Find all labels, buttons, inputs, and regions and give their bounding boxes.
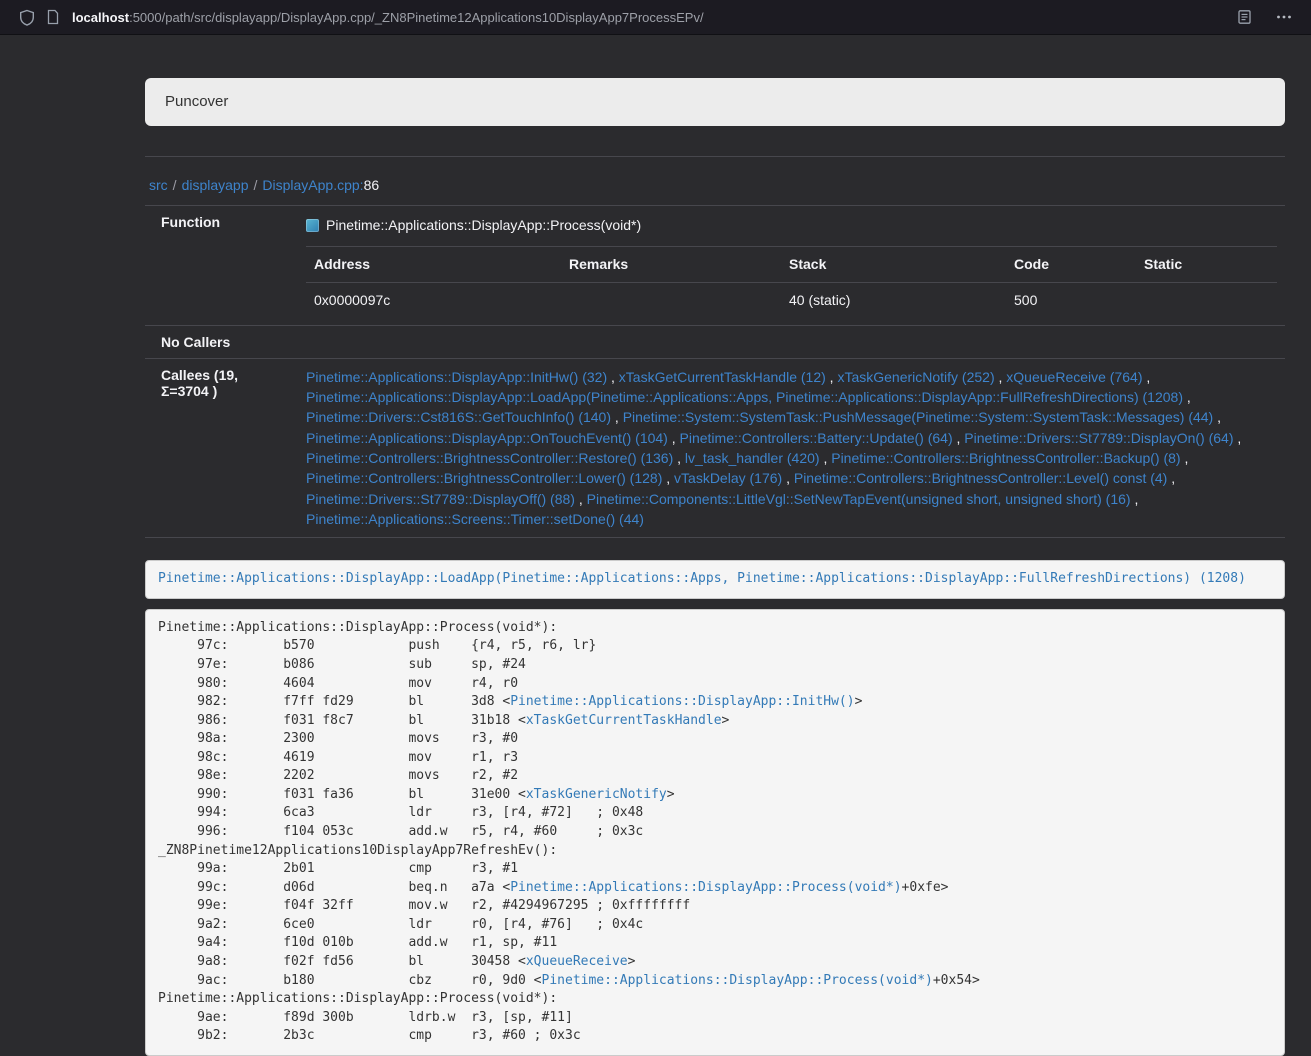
no-callers-row: No Callers bbox=[145, 325, 1285, 358]
code-symbol-link[interactable]: Pinetime::Applications::DisplayApp::Init… bbox=[510, 694, 854, 709]
code-symbol-link[interactable]: xTaskGenericNotify bbox=[526, 787, 667, 802]
code-size-value: 500 bbox=[1006, 282, 1136, 317]
app-title[interactable]: Puncover bbox=[165, 93, 228, 110]
column-address: Address bbox=[306, 247, 561, 282]
callees-label: Callees (19, Σ=3704 ) bbox=[145, 358, 290, 537]
callee-link[interactable]: xTaskGenericNotify (252) bbox=[837, 369, 994, 385]
details-value-row: 0x0000097c 40 (static) 500 bbox=[306, 282, 1277, 317]
callee-link[interactable]: Pinetime::Applications::DisplayApp::OnTo… bbox=[306, 430, 668, 446]
details-header-row: Address Remarks Stack Code Static bbox=[306, 247, 1277, 282]
callee-link[interactable]: Pinetime::Controllers::BrightnessControl… bbox=[831, 450, 1180, 466]
shield-icon bbox=[19, 9, 35, 26]
callee-link[interactable]: Pinetime::Drivers::St7789::DisplayOff() … bbox=[306, 491, 575, 507]
no-callers-cell bbox=[290, 325, 1285, 358]
breadcrumb-line-number: 86 bbox=[364, 177, 380, 193]
page-content: Puncover src/displayapp/DisplayApp.cpp:8… bbox=[0, 78, 1311, 1056]
callee-link[interactable]: vTaskDelay (176) bbox=[674, 470, 782, 486]
function-row-label: Function bbox=[145, 206, 290, 326]
function-details-table: Address Remarks Stack Code Static 0x0000… bbox=[306, 246, 1277, 317]
code-symbol-link[interactable]: xQueueReceive bbox=[526, 954, 628, 969]
breadcrumb-separator: / bbox=[173, 177, 177, 193]
column-code: Code bbox=[1006, 247, 1136, 282]
callee-link[interactable]: Pinetime::Drivers::St7789::DisplayOn() (… bbox=[964, 430, 1233, 446]
divider bbox=[145, 156, 1285, 157]
callee-link[interactable]: xTaskGetCurrentTaskHandle (12) bbox=[619, 369, 826, 385]
callee-link[interactable]: xQueueReceive (764) bbox=[1006, 369, 1142, 385]
function-symbol-line: Pinetime::Applications::DisplayApp::Proc… bbox=[306, 214, 1277, 240]
document-icon bbox=[46, 9, 60, 25]
callees-list: Pinetime::Applications::DisplayApp::Init… bbox=[290, 358, 1285, 537]
app-header-panel: Puncover bbox=[145, 78, 1285, 126]
callee-link[interactable]: Pinetime::Controllers::BrightnessControl… bbox=[306, 470, 662, 486]
url-host: localhost bbox=[72, 10, 129, 25]
no-callers-label: No Callers bbox=[145, 325, 290, 358]
function-row: Function Pinetime::Applications::Display… bbox=[145, 206, 1285, 326]
reader-mode-icon[interactable] bbox=[1231, 4, 1257, 30]
breadcrumb-src-link[interactable]: src bbox=[149, 177, 168, 193]
column-stack: Stack bbox=[781, 247, 1006, 282]
static-value bbox=[1136, 282, 1277, 317]
url-text[interactable]: localhost:5000/path/src/displayapp/Displ… bbox=[72, 10, 1221, 25]
function-type-icon bbox=[306, 219, 319, 232]
callee-link[interactable]: Pinetime::Controllers::BrightnessControl… bbox=[306, 450, 673, 466]
code-symbol-link[interactable]: xTaskGetCurrentTaskHandle bbox=[526, 713, 722, 728]
code-symbol-link[interactable]: Pinetime::Applications::DisplayApp::Proc… bbox=[542, 973, 933, 988]
breadcrumb: src/displayapp/DisplayApp.cpp:86 bbox=[149, 177, 1285, 193]
tracking-shield-icon[interactable] bbox=[14, 4, 40, 30]
callee-link[interactable]: Pinetime::Drivers::Cst816S::GetTouchInfo… bbox=[306, 409, 611, 425]
url-path: :5000/path/src/displayapp/DisplayApp.cpp… bbox=[129, 10, 704, 25]
disassembly-code: Pinetime::Applications::DisplayApp::Proc… bbox=[145, 609, 1285, 1056]
browser-address-bar: localhost:5000/path/src/displayapp/Displ… bbox=[0, 0, 1311, 35]
callee-link[interactable]: Pinetime::Controllers::Battery::Update()… bbox=[680, 430, 953, 446]
browser-toolbar-icons bbox=[1231, 4, 1297, 30]
function-name: Pinetime::Applications::DisplayApp::Proc… bbox=[326, 215, 641, 235]
stack-value: 40 (static) bbox=[781, 282, 1006, 317]
callee-link[interactable]: Pinetime::System::SystemTask::PushMessag… bbox=[623, 409, 1214, 425]
callee-link[interactable]: Pinetime::Components::LittleVgl::SetNewT… bbox=[587, 491, 1131, 507]
callee-link[interactable]: lv_task_handler (420) bbox=[685, 450, 820, 466]
highlighted-symbol-box: Pinetime::Applications::DisplayApp::Load… bbox=[145, 560, 1285, 599]
remarks-value bbox=[561, 282, 781, 317]
breadcrumb-separator: / bbox=[254, 177, 258, 193]
code-symbol-link[interactable]: Pinetime::Applications::DisplayApp::Proc… bbox=[510, 880, 901, 895]
breadcrumb-displayapp-link[interactable]: displayapp bbox=[182, 177, 249, 193]
column-remarks: Remarks bbox=[561, 247, 781, 282]
page-icon[interactable] bbox=[40, 4, 66, 30]
callees-row: Callees (19, Σ=3704 ) Pinetime::Applicat… bbox=[145, 358, 1285, 537]
highlighted-symbol-link[interactable]: Pinetime::Applications::DisplayApp::Load… bbox=[158, 571, 1246, 586]
menu-icon[interactable] bbox=[1271, 4, 1297, 30]
callee-link[interactable]: Pinetime::Applications::Screens::Timer::… bbox=[306, 511, 644, 527]
function-table: Function Pinetime::Applications::Display… bbox=[145, 205, 1285, 538]
content-container: Puncover src/displayapp/DisplayApp.cpp:8… bbox=[145, 78, 1285, 1056]
column-static: Static bbox=[1136, 247, 1277, 282]
callee-link[interactable]: Pinetime::Controllers::BrightnessControl… bbox=[794, 470, 1167, 486]
callee-link[interactable]: Pinetime::Applications::DisplayApp::Load… bbox=[306, 389, 1183, 405]
function-cell: Pinetime::Applications::DisplayApp::Proc… bbox=[290, 206, 1285, 326]
address-value: 0x0000097c bbox=[306, 282, 561, 317]
callee-link[interactable]: Pinetime::Applications::DisplayApp::Init… bbox=[306, 369, 607, 385]
breadcrumb-file-link[interactable]: DisplayApp.cpp: bbox=[262, 177, 363, 193]
